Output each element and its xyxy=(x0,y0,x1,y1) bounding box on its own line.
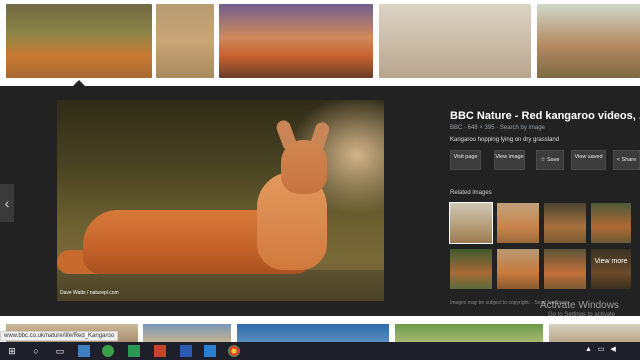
view-image-button[interactable]: View image xyxy=(494,150,525,170)
image-ground xyxy=(57,270,384,301)
app-icon[interactable] xyxy=(102,345,114,357)
related-image-thumbnail[interactable] xyxy=(591,203,631,243)
related-image-thumbnail[interactable] xyxy=(450,249,492,289)
publisher-icon[interactable] xyxy=(128,345,140,357)
related-image-thumbnail[interactable] xyxy=(544,249,586,289)
previous-result-button[interactable]: ‹ xyxy=(0,184,14,222)
result-thumbnail[interactable] xyxy=(537,4,640,78)
outlook-icon[interactable] xyxy=(204,345,216,357)
share-button[interactable]: < Share xyxy=(613,150,640,170)
windows-taskbar: ⊞ ○ ▭ ▲ ▭ ◀ xyxy=(0,342,640,360)
result-thumbnail[interactable] xyxy=(549,324,640,342)
related-image-thumbnail[interactable] xyxy=(497,203,539,243)
result-thumbnail[interactable] xyxy=(156,4,214,78)
word-icon[interactable] xyxy=(180,345,192,357)
visit-page-button[interactable]: Visit page xyxy=(450,150,481,170)
system-tray-icons[interactable]: ▲ ▭ ◀ xyxy=(585,345,618,353)
save-button[interactable]: ☆ Save xyxy=(536,150,564,170)
powerpoint-icon[interactable] xyxy=(154,345,166,357)
file-explorer-icon[interactable] xyxy=(78,345,90,357)
related-images-label: Related images xyxy=(450,190,492,196)
image-credit: Dave Watts / naturepl.com xyxy=(60,290,119,296)
result-thumbnail[interactable] xyxy=(379,4,531,78)
result-info: BBC Nature - Red kangaroo videos, ... BB… xyxy=(450,110,640,143)
result-meta: BBC · 648 × 395 · Search by image xyxy=(450,125,545,131)
result-thumbnail[interactable] xyxy=(395,324,543,342)
preview-image[interactable]: Dave Watts / naturepl.com xyxy=(57,100,384,301)
result-thumbnail[interactable] xyxy=(219,4,373,78)
chevron-left-icon: ‹ xyxy=(4,195,10,211)
view-more-button[interactable]: View more xyxy=(591,258,631,266)
result-thumbnail[interactable] xyxy=(143,324,231,342)
result-description: Kangaroo hopping lying on dry grassland xyxy=(450,137,560,143)
view-more-thumbnail[interactable] xyxy=(591,249,631,289)
status-bar-url: www.bbc.co.uk/nature/life/Red_Kangaroo xyxy=(0,331,119,341)
image-kangaroo-head xyxy=(281,140,327,194)
view-saved-button[interactable]: View saved xyxy=(571,150,606,170)
task-view-icon[interactable]: ▭ xyxy=(54,345,66,357)
preview-panel: ‹ Dave Watts / naturepl.com BBC Nature -… xyxy=(0,86,640,316)
chrome-icon[interactable] xyxy=(228,345,240,357)
related-image-thumbnail[interactable] xyxy=(497,249,539,289)
related-image-thumbnail[interactable] xyxy=(449,202,493,244)
results-row-top xyxy=(0,0,640,86)
windows-start-icon[interactable]: ⊞ xyxy=(6,345,18,357)
result-title[interactable]: BBC Nature - Red kangaroo videos, ... xyxy=(450,110,640,122)
search-icon[interactable]: ○ xyxy=(30,345,42,357)
result-thumbnail[interactable] xyxy=(237,324,389,342)
result-thumbnail-selected[interactable] xyxy=(6,4,152,78)
related-image-thumbnail[interactable] xyxy=(544,203,586,243)
image-search-page: ‹ Dave Watts / naturepl.com BBC Nature -… xyxy=(0,0,640,360)
activate-windows-watermark: Activate Windows xyxy=(540,300,619,311)
action-buttons: Visit page View image ☆ Save View saved … xyxy=(450,150,640,170)
activate-windows-hint: Go to Settings to activate Windows. xyxy=(548,312,616,324)
